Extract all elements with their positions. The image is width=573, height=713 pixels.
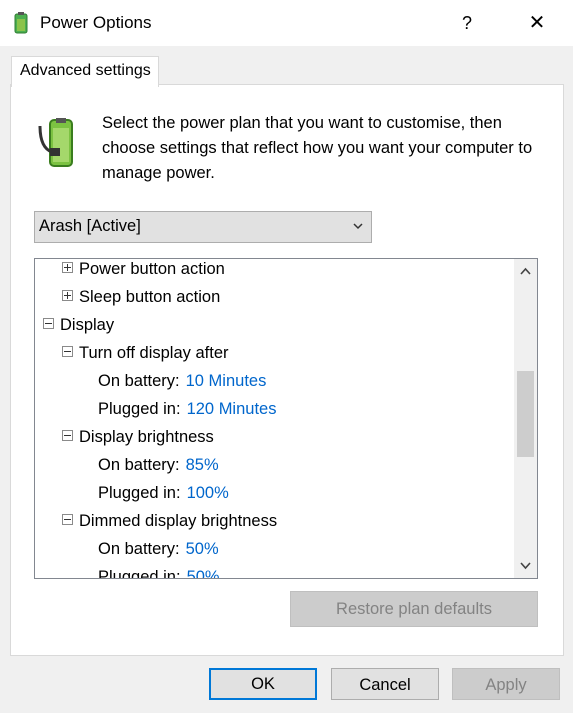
collapse-icon[interactable] — [62, 346, 73, 358]
brightness-plugged-value[interactable]: 100% — [187, 484, 229, 502]
help-button[interactable]: ? — [452, 8, 482, 38]
restore-plan-defaults-button[interactable]: Restore plan defaults — [290, 591, 538, 627]
tree-item-sleep-button[interactable]: Sleep button action — [62, 288, 220, 316]
collapse-icon[interactable] — [62, 430, 73, 442]
turn-off-battery-value[interactable]: 10 Minutes — [186, 372, 267, 390]
chevron-down-icon — [353, 223, 363, 230]
tree-item-turn-off-display[interactable]: Turn off display after — [62, 344, 229, 372]
expand-icon[interactable] — [62, 262, 73, 274]
scroll-down-icon[interactable] — [514, 554, 537, 576]
dimmed-battery-value[interactable]: 50% — [186, 540, 219, 558]
collapse-icon[interactable] — [43, 318, 54, 330]
settings-tree[interactable]: Power button action Sleep button action … — [34, 258, 538, 579]
battery-plug-icon — [38, 118, 73, 167]
tab-advanced-settings[interactable]: Advanced settings — [11, 56, 159, 87]
setting-row: Plugged in: 100% — [98, 484, 229, 502]
setting-row: On battery: 85% — [98, 456, 219, 474]
vertical-scrollbar[interactable] — [514, 259, 537, 578]
tree-item-power-button[interactable]: Power button action — [62, 260, 225, 288]
setting-row: On battery: 50% — [98, 540, 219, 558]
description-text: Select the power plan that you want to c… — [102, 114, 533, 182]
close-button[interactable]: ✕ — [520, 8, 554, 38]
apply-button[interactable]: Apply — [452, 668, 560, 700]
power-options-icon — [14, 12, 28, 34]
power-plan-dropdown[interactable]: Arash [Active] — [34, 211, 372, 243]
tree-item-display-brightness[interactable]: Display brightness — [62, 428, 214, 456]
tab-label: Advanced settings — [20, 62, 151, 79]
dimmed-plugged-value[interactable]: 50% — [187, 568, 220, 578]
setting-row: Plugged in: 120 Minutes — [98, 400, 277, 418]
scroll-up-icon[interactable] — [514, 261, 537, 283]
window-title: Power Options — [40, 13, 152, 32]
tree-item-dimmed-brightness[interactable]: Dimmed display brightness — [62, 512, 277, 540]
setting-row: On battery: 10 Minutes — [98, 372, 267, 390]
scrollbar-thumb[interactable] — [517, 371, 534, 457]
collapse-icon[interactable] — [62, 514, 73, 526]
brightness-battery-value[interactable]: 85% — [186, 456, 219, 474]
tree-item-display[interactable]: Display — [43, 316, 114, 344]
expand-icon[interactable] — [62, 290, 73, 302]
ok-button[interactable]: OK — [209, 668, 317, 700]
title-bar: Power Options ? ✕ — [0, 0, 573, 46]
selected-plan: Arash [Active] — [39, 217, 141, 235]
cancel-button[interactable]: Cancel — [331, 668, 439, 700]
setting-row: Plugged in: 50% — [98, 568, 220, 578]
turn-off-plugged-value[interactable]: 120 Minutes — [187, 400, 277, 418]
